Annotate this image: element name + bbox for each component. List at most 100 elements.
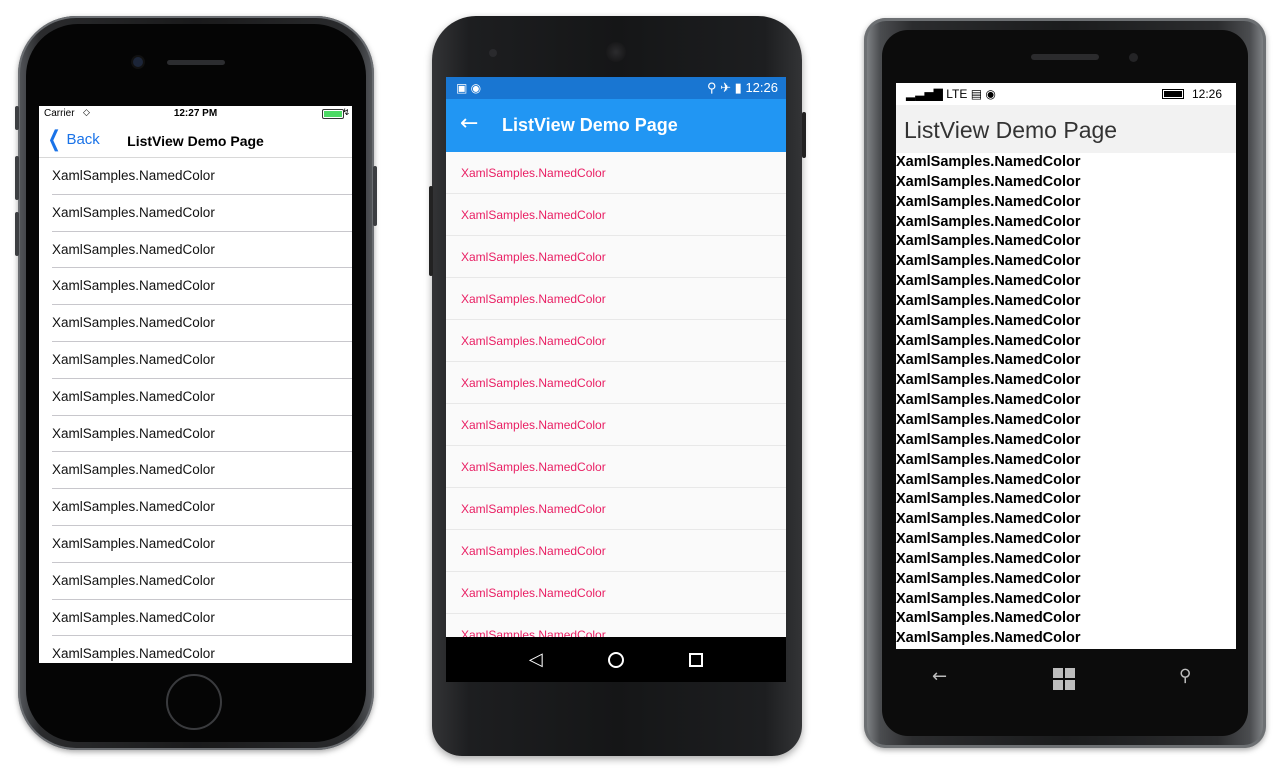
list-item[interactable]: XamlSamples.NamedColor	[39, 636, 352, 663]
list-view[interactable]: XamlSamples.NamedColor XamlSamples.NamedC…	[446, 152, 786, 637]
android-navigation-bar: ◁	[446, 637, 786, 682]
list-item[interactable]: XamlSamples.NamedColor	[896, 272, 1236, 292]
front-camera-icon	[133, 57, 143, 67]
list-item[interactable]: XamlSamples.NamedColor	[446, 362, 786, 404]
list-item[interactable]: XamlSamples.NamedColor	[39, 379, 352, 416]
battery-icon: ▮	[734, 80, 742, 95]
list-item[interactable]: XamlSamples.NamedColor	[896, 471, 1236, 491]
back-arrow-icon[interactable]: ←	[932, 666, 947, 687]
nav-home-icon[interactable]	[607, 651, 624, 668]
list-item[interactable]: XamlSamples.NamedColor	[896, 232, 1236, 252]
list-item[interactable]: XamlSamples.NamedColor	[446, 530, 786, 572]
list-item[interactable]: XamlSamples.NamedColor	[446, 320, 786, 362]
list-item[interactable]: XamlSamples.NamedColor	[896, 629, 1236, 649]
list-item[interactable]: XamlSamples.NamedColor	[446, 614, 786, 637]
list-item[interactable]: XamlSamples.NamedColor	[896, 490, 1236, 510]
list-item[interactable]: XamlSamples.NamedColor	[446, 488, 786, 530]
list-item[interactable]: XamlSamples.NamedColor	[39, 158, 352, 195]
list-item[interactable]: XamlSamples.NamedColor	[446, 236, 786, 278]
android-status-bar: ▣ ◉ ⚲ ✈ ▮ 12:26	[446, 77, 786, 99]
power-button	[802, 112, 806, 158]
status-left: ▂▃▅▇ LTE ▤ ◉	[906, 87, 996, 101]
list-item[interactable]: XamlSamples.NamedColor	[896, 252, 1236, 272]
list-item[interactable]: XamlSamples.NamedColor	[446, 572, 786, 614]
list-item[interactable]: XamlSamples.NamedColor	[896, 371, 1236, 391]
airplane-icon: ✈	[720, 80, 732, 95]
list-view[interactable]: XamlSamples.NamedColor XamlSamples.NamedC…	[896, 153, 1236, 649]
list-item[interactable]: XamlSamples.NamedColor	[896, 173, 1236, 193]
status-right: ⚲ ✈ ▮ 12:26	[707, 80, 778, 96]
list-item[interactable]: XamlSamples.NamedColor	[39, 600, 352, 637]
message-icon: ▤	[970, 87, 983, 101]
android-screen: ▣ ◉ ⚲ ✈ ▮ 12:26 ← ListView Demo Page Xam…	[446, 77, 786, 682]
list-item[interactable]: XamlSamples.NamedColor	[896, 609, 1236, 629]
list-item[interactable]: XamlSamples.NamedColor	[446, 152, 786, 194]
list-item[interactable]: XamlSamples.NamedColor	[896, 550, 1236, 570]
list-item[interactable]: XamlSamples.NamedColor	[896, 590, 1236, 610]
list-view[interactable]: XamlSamples.NamedColor XamlSamples.NamedC…	[39, 158, 352, 663]
list-item[interactable]: XamlSamples.NamedColor	[446, 446, 786, 488]
search-icon[interactable]: ⚲	[1179, 666, 1191, 686]
list-item[interactable]: XamlSamples.NamedColor	[39, 195, 352, 232]
battery-icon	[322, 109, 344, 119]
nav-recents-icon[interactable]	[689, 652, 704, 667]
list-item[interactable]: XamlSamples.NamedColor	[896, 213, 1236, 233]
volume-up-button	[15, 156, 19, 200]
list-item[interactable]: XamlSamples.NamedColor	[39, 232, 352, 269]
nav-back-icon[interactable]: ◁	[529, 649, 543, 670]
list-item[interactable]: XamlSamples.NamedColor	[39, 305, 352, 342]
list-item[interactable]: XamlSamples.NamedColor	[896, 292, 1236, 312]
list-item[interactable]: XamlSamples.NamedColor	[446, 278, 786, 320]
location-icon: ◉	[985, 87, 996, 101]
location-icon: ⚲	[706, 80, 717, 95]
front-camera-icon	[489, 49, 497, 57]
wp-title-bar: ListView Demo Page	[896, 105, 1236, 153]
list-item[interactable]: XamlSamples.NamedColor	[39, 563, 352, 600]
signal-icon: ▂▃▅▇	[906, 87, 943, 101]
ios-navigation-bar: ❮ Back ListView Demo Page	[39, 122, 352, 158]
list-item[interactable]: XamlSamples.NamedColor	[896, 332, 1236, 352]
list-item[interactable]: XamlSamples.NamedColor	[896, 431, 1236, 451]
list-item[interactable]: XamlSamples.NamedColor	[896, 570, 1236, 590]
earpiece-speaker	[167, 60, 225, 65]
earpiece-speaker	[606, 42, 626, 62]
list-item[interactable]: XamlSamples.NamedColor	[446, 194, 786, 236]
wp-hardware-buttons: ← ⚲	[896, 662, 1236, 698]
windows-logo-icon[interactable]	[1053, 668, 1075, 690]
volume-rocker	[429, 186, 433, 276]
power-button	[373, 166, 377, 226]
front-camera-icon	[1129, 53, 1138, 62]
battery-icon	[1162, 89, 1184, 99]
list-item[interactable]: XamlSamples.NamedColor	[896, 391, 1236, 411]
list-item[interactable]: XamlSamples.NamedColor	[896, 451, 1236, 471]
list-item[interactable]: XamlSamples.NamedColor	[896, 312, 1236, 332]
list-item[interactable]: XamlSamples.NamedColor	[896, 530, 1236, 550]
list-item[interactable]: XamlSamples.NamedColor	[39, 489, 352, 526]
list-item[interactable]: XamlSamples.NamedColor	[39, 452, 352, 489]
volume-down-button	[15, 212, 19, 256]
mute-switch	[15, 106, 19, 130]
android-toolbar: ← ListView Demo Page	[446, 99, 786, 152]
list-item[interactable]: XamlSamples.NamedColor	[896, 510, 1236, 530]
charging-icon: ↯	[342, 107, 350, 117]
page-title: ListView Demo Page	[127, 133, 264, 149]
back-arrow-icon[interactable]: ←	[460, 111, 478, 136]
status-time: 12:26	[745, 80, 778, 95]
list-item[interactable]: XamlSamples.NamedColor	[39, 268, 352, 305]
list-item[interactable]: XamlSamples.NamedColor	[39, 342, 352, 379]
page-title: ListView Demo Page	[904, 117, 1118, 143]
home-button[interactable]	[166, 674, 222, 730]
status-time: 12:26	[1191, 87, 1222, 101]
list-item[interactable]: XamlSamples.NamedColor	[39, 416, 352, 453]
list-item[interactable]: XamlSamples.NamedColor	[896, 351, 1236, 371]
list-item[interactable]: XamlSamples.NamedColor	[39, 526, 352, 563]
list-item[interactable]: XamlSamples.NamedColor	[896, 153, 1236, 173]
status-time: 12:27 PM	[173, 108, 218, 119]
network-label: LTE	[946, 87, 968, 101]
earpiece-speaker	[1031, 54, 1099, 60]
windows-phone-screen: ▂▃▅▇ LTE ▤ ◉ 12:26 ListView Demo Page Xa…	[896, 83, 1236, 649]
list-item[interactable]: XamlSamples.NamedColor	[446, 404, 786, 446]
list-item[interactable]: XamlSamples.NamedColor	[896, 193, 1236, 213]
notification-icons: ▣ ◉	[456, 81, 482, 95]
list-item[interactable]: XamlSamples.NamedColor	[896, 411, 1236, 431]
